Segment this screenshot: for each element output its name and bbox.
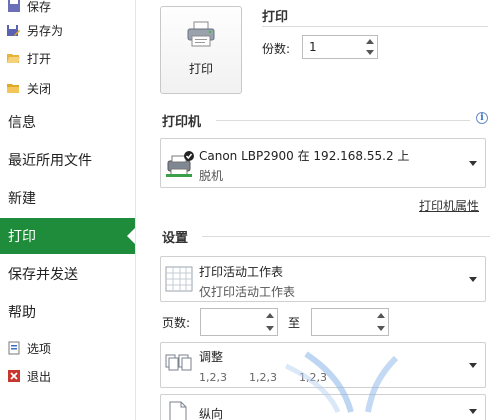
pages-from-up-arrow-icon[interactable]	[266, 313, 274, 318]
nav-save[interactable]: 保存	[0, 0, 135, 18]
copies-up-arrow-icon[interactable]	[366, 39, 374, 44]
settings-heading-rule	[202, 236, 490, 237]
nav-save-as[interactable]: 另存为	[0, 18, 135, 42]
pages-label: 页数:	[162, 316, 191, 330]
collate-seq-2: 1,2,3	[249, 371, 277, 384]
nav-print[interactable]: 打印	[0, 218, 136, 254]
save-as-icon	[6, 23, 21, 38]
print-panel: 打印 打印 份数: 1 打印机 i Canon LBP2900 在 192.16…	[146, 0, 496, 420]
nav-open-label: 打开	[27, 51, 52, 66]
collate-dropdown[interactable]: 调整 1,2,3 1,2,3 1,2,3	[160, 342, 486, 388]
pages-from-input[interactable]	[200, 308, 278, 336]
network-printer-icon	[164, 147, 196, 182]
pages-to-label: 至	[288, 316, 301, 330]
print-button[interactable]: 打印	[160, 6, 242, 94]
copies-spinner[interactable]: 1	[302, 35, 378, 59]
nav-save-label: 保存	[27, 0, 52, 14]
copies-down-arrow-icon[interactable]	[366, 50, 374, 55]
close-folder-icon	[6, 81, 21, 96]
nav-save-send-label: 保存并发送	[8, 267, 78, 283]
collate-icon	[165, 351, 193, 380]
print-button-label: 打印	[188, 62, 213, 76]
printer-heading: 打印机	[162, 115, 202, 130]
settings-heading: 设置	[162, 231, 189, 246]
print-scope-caret-icon	[469, 277, 477, 282]
nav-save-as-label: 另存为	[27, 23, 64, 38]
nav-exit-label: 退出	[27, 369, 52, 384]
print-heading-rule	[262, 26, 488, 27]
printer-dropdown[interactable]: Canon LBP2900 在 192.168.55.2 上 脱机	[160, 138, 486, 188]
nav-print-label: 打印	[8, 229, 36, 245]
print-scope-dropdown[interactable]: 打印活动工作表 仅打印活动工作表	[160, 256, 486, 302]
portrait-page-icon	[169, 401, 187, 420]
collate-seq-3: 1,2,3	[299, 371, 327, 384]
nav-options-label: 选项	[27, 341, 52, 356]
collate-main: 调整	[199, 350, 224, 364]
nav-recent[interactable]: 最近所用文件	[0, 142, 135, 178]
pages-from-down-arrow-icon[interactable]	[266, 326, 274, 331]
nav-info-label: 信息	[8, 115, 36, 131]
nav-info[interactable]: 信息	[0, 104, 135, 140]
save-icon	[6, 0, 21, 14]
printer-properties-link[interactable]: 打印机属性	[419, 197, 479, 214]
options-icon	[6, 341, 21, 356]
nav-help-label: 帮助	[8, 305, 36, 321]
pages-to-down-arrow-icon[interactable]	[377, 326, 385, 331]
orientation-main: 纵向	[199, 407, 224, 420]
nav-help[interactable]: 帮助	[0, 294, 135, 330]
nav-exit[interactable]: 退出	[0, 364, 135, 388]
open-folder-icon	[6, 51, 21, 66]
print-scope-main: 打印活动工作表	[199, 265, 284, 279]
printer-heading-rule	[216, 120, 470, 121]
backstage-nav: 保存 另存为 打开 关闭 信息 最近所用文件 新建 打印 保存并发送 帮助 选项…	[0, 0, 136, 420]
pages-to-up-arrow-icon[interactable]	[377, 313, 385, 318]
print-scope-sub: 仅打印活动工作表	[199, 285, 296, 299]
pages-to-input[interactable]	[311, 308, 389, 336]
nav-recent-label: 最近所用文件	[8, 153, 92, 169]
print-heading: 打印	[262, 10, 289, 25]
nav-save-send[interactable]: 保存并发送	[0, 256, 135, 292]
nav-divider	[135, 0, 136, 420]
collate-caret-icon	[469, 363, 477, 368]
nav-close[interactable]: 关闭	[0, 76, 135, 100]
nav-close-label: 关闭	[27, 81, 52, 96]
nav-open[interactable]: 打开	[0, 46, 135, 70]
worksheet-icon	[165, 265, 193, 296]
orientation-dropdown[interactable]: 纵向	[160, 394, 486, 420]
orientation-caret-icon	[469, 409, 477, 414]
printer-name: Canon LBP2900 在 192.168.55.2 上	[199, 149, 410, 163]
exit-icon	[6, 369, 21, 384]
copies-value: 1	[309, 40, 317, 54]
collate-sequence: 1,2,3 1,2,3 1,2,3	[199, 371, 327, 384]
printer-dropdown-caret-icon	[469, 161, 477, 166]
nav-options[interactable]: 选项	[0, 336, 135, 360]
info-icon[interactable]: i	[476, 112, 488, 124]
printer-status: 脱机	[199, 169, 224, 183]
copies-label: 份数:	[262, 42, 291, 56]
collate-seq-1: 1,2,3	[199, 371, 227, 384]
printer-icon	[186, 21, 216, 50]
nav-new-label: 新建	[8, 191, 36, 207]
nav-new[interactable]: 新建	[0, 180, 135, 216]
